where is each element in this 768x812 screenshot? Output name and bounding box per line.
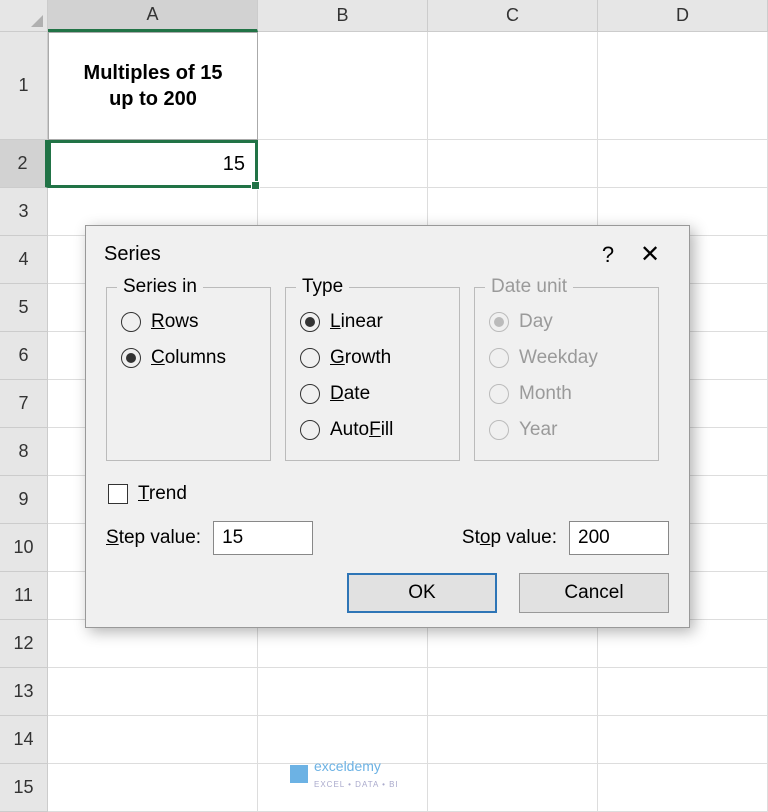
select-all-corner[interactable] (0, 0, 48, 32)
cell-C13[interactable] (428, 668, 598, 716)
row-header-10[interactable]: 10 (0, 524, 48, 572)
radio-icon (489, 420, 509, 440)
row-header-12[interactable]: 12 (0, 620, 48, 668)
ok-button[interactable]: OK (347, 573, 497, 613)
cell-A14[interactable] (48, 716, 258, 764)
radio-day: Day (489, 304, 644, 340)
cell-C14[interactable] (428, 716, 598, 764)
cancel-button[interactable]: Cancel (519, 573, 669, 613)
dialog-title: Series (104, 243, 587, 266)
row-header-5[interactable]: 5 (0, 284, 48, 332)
step-value-input[interactable] (213, 521, 313, 555)
cell-D13[interactable] (598, 668, 768, 716)
radio-columns[interactable]: Columns (121, 340, 256, 376)
cell-D1[interactable] (598, 32, 768, 140)
radio-icon (300, 348, 320, 368)
series-in-label: Series in (117, 276, 203, 298)
cell-D2[interactable] (598, 140, 768, 188)
type-label: Type (296, 276, 349, 298)
row-header-8[interactable]: 8 (0, 428, 48, 476)
radio-date[interactable]: Date (300, 376, 445, 412)
col-header-B[interactable]: B (258, 0, 428, 32)
radio-icon (489, 348, 509, 368)
col-header-C[interactable]: C (428, 0, 598, 32)
cell-C1[interactable] (428, 32, 598, 140)
series-in-group: Series in Rows Columns (106, 287, 271, 461)
radio-rows[interactable]: Rows (121, 304, 256, 340)
help-icon[interactable]: ? (587, 242, 629, 268)
date-unit-group: Date unit Day Weekday Month Year (474, 287, 659, 461)
fill-handle[interactable] (251, 181, 260, 190)
cell-C15[interactable] (428, 764, 598, 812)
row-header-1[interactable]: 1 (0, 32, 48, 140)
row-header-4[interactable]: 4 (0, 236, 48, 284)
cell-B14[interactable] (258, 716, 428, 764)
watermark-tagline: EXCEL • DATA • BI (314, 780, 399, 789)
radio-icon (300, 420, 320, 440)
radio-icon (300, 312, 320, 332)
row-header-9[interactable]: 9 (0, 476, 48, 524)
cell-B13[interactable] (258, 668, 428, 716)
series-dialog: Series ? ✕ Series in Rows Columns Type L… (85, 225, 690, 628)
col-header-D[interactable]: D (598, 0, 768, 32)
trend-checkbox[interactable]: Trend (106, 475, 669, 521)
step-value-label: Step value: (106, 527, 201, 549)
radio-linear[interactable]: Linear (300, 304, 445, 340)
cell-A15[interactable] (48, 764, 258, 812)
cell-A1[interactable]: Multiples of 15 up to 200 (48, 32, 258, 140)
cell-A13[interactable] (48, 668, 258, 716)
date-unit-label: Date unit (485, 276, 573, 298)
checkbox-icon (108, 484, 128, 504)
row-header-15[interactable]: 15 (0, 764, 48, 812)
radio-month: Month (489, 376, 644, 412)
cell-B1[interactable] (258, 32, 428, 140)
radio-icon (489, 384, 509, 404)
radio-icon (121, 348, 141, 368)
watermark: exceldemy EXCEL • DATA • BI (290, 758, 399, 790)
close-icon[interactable]: ✕ (629, 240, 671, 269)
type-group: Type Linear Growth Date AutoFill (285, 287, 460, 461)
stop-value-input[interactable] (569, 521, 669, 555)
radio-icon (300, 384, 320, 404)
row-header-6[interactable]: 6 (0, 332, 48, 380)
radio-icon (121, 312, 141, 332)
watermark-icon (290, 765, 308, 783)
stop-value-label: Stop value: (462, 527, 557, 549)
row-header-7[interactable]: 7 (0, 380, 48, 428)
row-header-11[interactable]: 11 (0, 572, 48, 620)
dialog-titlebar[interactable]: Series ? ✕ (86, 226, 689, 277)
col-header-A[interactable]: A (48, 0, 258, 32)
radio-year: Year (489, 412, 644, 448)
row-header-13[interactable]: 13 (0, 668, 48, 716)
radio-weekday: Weekday (489, 340, 644, 376)
radio-icon (489, 312, 509, 332)
radio-growth[interactable]: Growth (300, 340, 445, 376)
cell-A2[interactable]: 15 (48, 140, 258, 188)
radio-autofill[interactable]: AutoFill (300, 412, 445, 448)
cell-D15[interactable] (598, 764, 768, 812)
cell-B2[interactable] (258, 140, 428, 188)
cell-C2[interactable] (428, 140, 598, 188)
cell-D14[interactable] (598, 716, 768, 764)
watermark-brand: exceldemy (314, 758, 381, 774)
cell-A2-value: 15 (223, 153, 245, 176)
row-header-14[interactable]: 14 (0, 716, 48, 764)
row-header-3[interactable]: 3 (0, 188, 48, 236)
row-header-2[interactable]: 2 (0, 140, 48, 188)
